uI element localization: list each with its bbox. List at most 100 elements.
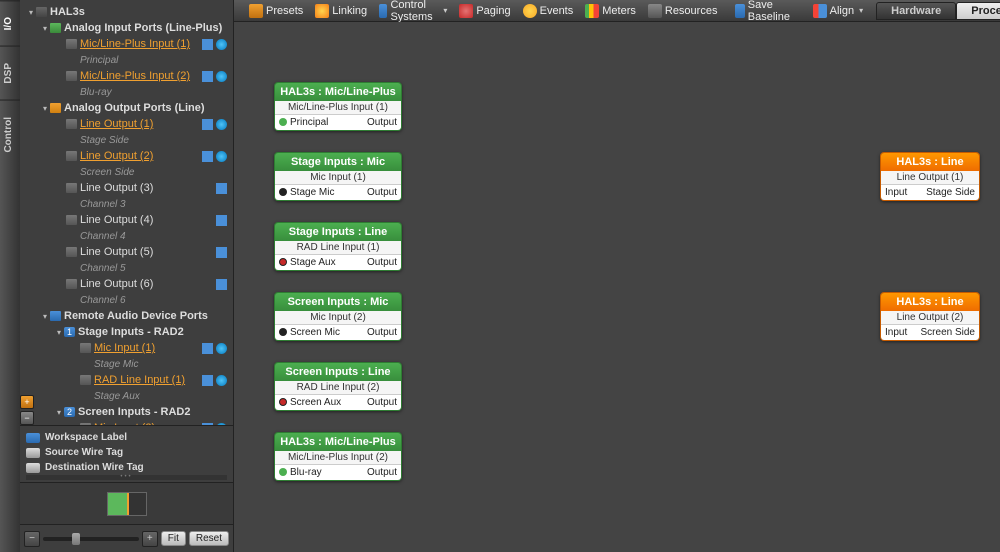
block-subtitle: RAD Line Input (1): [275, 241, 401, 255]
output-port[interactable]: [401, 330, 402, 336]
tree-mic1-sub: Principal: [80, 55, 118, 66]
tree-analog-in[interactable]: Analog Input Ports (Line-Plus): [64, 22, 222, 34]
tree-radin1[interactable]: RAD Line Input (1): [94, 374, 185, 386]
port-in-label: Principal: [290, 117, 328, 128]
tree-lo2-sub: Screen Side: [80, 167, 134, 178]
tree-screen-rad[interactable]: Screen Inputs - RAD2: [78, 406, 190, 418]
port-icon: [66, 39, 77, 49]
port-in-label: Stage Mic: [290, 187, 334, 198]
canvas[interactable]: HAL3s : Mic/Line-Plus Mic/Line-Plus Inpu…: [234, 22, 1000, 552]
output-port[interactable]: [401, 120, 402, 126]
collapse-all-button[interactable]: −: [20, 411, 34, 425]
port-icon: [66, 215, 77, 225]
tab-processing[interactable]: Processing: [956, 2, 1000, 20]
port-icon: [66, 247, 77, 257]
source-tag-icon: [26, 448, 40, 458]
port-in-label: Blu-ray: [290, 467, 322, 478]
tree-root[interactable]: HAL3s: [50, 6, 85, 18]
legend-dest[interactable]: Destination Wire Tag: [45, 462, 144, 473]
legend-source[interactable]: Source Wire Tag: [45, 447, 123, 458]
link-icon[interactable]: [216, 279, 227, 290]
block-mic-line-2[interactable]: HAL3s : Mic/Line-Plus Mic/Line-Plus Inpu…: [274, 432, 402, 481]
tree-stage-rad[interactable]: Stage Inputs - RAD2: [78, 326, 184, 338]
mini-map[interactable]: [20, 482, 234, 524]
link-icon[interactable]: [202, 71, 213, 82]
expander-icon[interactable]: ▾: [26, 8, 36, 17]
side-tab-dsp[interactable]: DSP: [0, 46, 20, 100]
expander-icon[interactable]: ▾: [40, 24, 50, 33]
port-dot-icon: [279, 328, 287, 336]
tree-lo3[interactable]: Line Output (3): [80, 182, 153, 194]
resize-grip[interactable]: •••: [26, 475, 227, 480]
resources-button[interactable]: Resources: [643, 3, 723, 19]
paging-button[interactable]: Paging: [454, 3, 515, 19]
link-icon[interactable]: [216, 183, 227, 194]
zoom-in-button[interactable]: +: [142, 531, 158, 547]
expand-all-button[interactable]: +: [20, 395, 34, 409]
link-icon[interactable]: [202, 119, 213, 130]
legend-workspace[interactable]: Workspace Label: [45, 432, 127, 443]
expander-icon[interactable]: ▾: [54, 408, 64, 417]
zoom-out-button[interactable]: −: [24, 531, 40, 547]
output-port[interactable]: [979, 330, 980, 336]
gear-icon[interactable]: [216, 39, 227, 50]
side-tab-control[interactable]: Control: [0, 100, 20, 169]
side-tab-io[interactable]: I/O: [0, 0, 20, 46]
tree-rad[interactable]: Remote Audio Device Ports: [64, 310, 208, 322]
tree-mic2[interactable]: Mic/Line-Plus Input (2): [80, 70, 190, 82]
save-baseline-button[interactable]: Save Baseline: [730, 0, 799, 24]
gear-icon[interactable]: [216, 71, 227, 82]
gear-icon[interactable]: [216, 151, 227, 162]
tree-micin1[interactable]: Mic Input (1): [94, 342, 155, 354]
block-line-out-1[interactable]: HAL3s : Line Line Output (1) InputStage …: [880, 152, 980, 201]
tree-panel: ▾HAL3s ▾Analog Input Ports (Line-Plus) M…: [20, 0, 234, 425]
input-port[interactable]: [880, 190, 881, 196]
tab-hardware[interactable]: Hardware: [876, 2, 956, 20]
tree-lo5[interactable]: Line Output (5): [80, 246, 153, 258]
port-out-label: Output: [367, 397, 397, 408]
tree-lo1[interactable]: Line Output (1): [80, 118, 153, 130]
tree-analog-out[interactable]: Analog Output Ports (Line): [64, 102, 205, 114]
output-port[interactable]: [401, 470, 402, 476]
tree-lo6[interactable]: Line Output (6): [80, 278, 153, 290]
link-icon[interactable]: [202, 375, 213, 386]
zoom-slider[interactable]: [43, 537, 139, 541]
output-port[interactable]: [401, 190, 402, 196]
control-systems-button[interactable]: Control Systems: [374, 0, 452, 24]
align-button[interactable]: Align: [808, 3, 868, 19]
expander-icon[interactable]: ▾: [40, 312, 50, 321]
slider-thumb[interactable]: [72, 533, 80, 545]
link-icon[interactable]: [202, 151, 213, 162]
output-port[interactable]: [979, 190, 980, 196]
control-systems-icon: [379, 4, 387, 18]
expander-icon[interactable]: ▾: [40, 104, 50, 113]
tree-mic1[interactable]: Mic/Line-Plus Input (1): [80, 38, 190, 50]
input-port[interactable]: [880, 330, 881, 336]
link-icon[interactable]: [216, 215, 227, 226]
gear-icon[interactable]: [216, 343, 227, 354]
link-icon[interactable]: [202, 343, 213, 354]
output-port[interactable]: [401, 260, 402, 266]
block-stage-mic[interactable]: Stage Inputs : Mic Mic Input (1) Stage M…: [274, 152, 402, 201]
gear-icon[interactable]: [216, 119, 227, 130]
block-screen-line[interactable]: Screen Inputs : Line RAD Line Input (2) …: [274, 362, 402, 411]
block-screen-mic[interactable]: Screen Inputs : Mic Mic Input (2) Screen…: [274, 292, 402, 341]
tree-radin1-sub: Stage Aux: [94, 391, 140, 402]
gear-icon[interactable]: [216, 375, 227, 386]
presets-button[interactable]: Presets: [244, 3, 308, 19]
linking-button[interactable]: Linking: [310, 3, 372, 19]
link-icon[interactable]: [202, 39, 213, 50]
reset-button[interactable]: Reset: [189, 531, 229, 546]
fit-button[interactable]: Fit: [161, 531, 186, 546]
meters-button[interactable]: Meters: [580, 3, 641, 19]
output-port[interactable]: [401, 400, 402, 406]
port-out-label: Output: [367, 467, 397, 478]
block-stage-line[interactable]: Stage Inputs : Line RAD Line Input (1) S…: [274, 222, 402, 271]
events-button[interactable]: Events: [518, 3, 579, 19]
tree-lo4[interactable]: Line Output (4): [80, 214, 153, 226]
tree-lo2[interactable]: Line Output (2): [80, 150, 153, 162]
block-mic-line-1[interactable]: HAL3s : Mic/Line-Plus Mic/Line-Plus Inpu…: [274, 82, 402, 131]
block-line-out-2[interactable]: HAL3s : Line Line Output (2) InputScreen…: [880, 292, 980, 341]
link-icon[interactable]: [216, 247, 227, 258]
expander-icon[interactable]: ▾: [54, 328, 64, 337]
